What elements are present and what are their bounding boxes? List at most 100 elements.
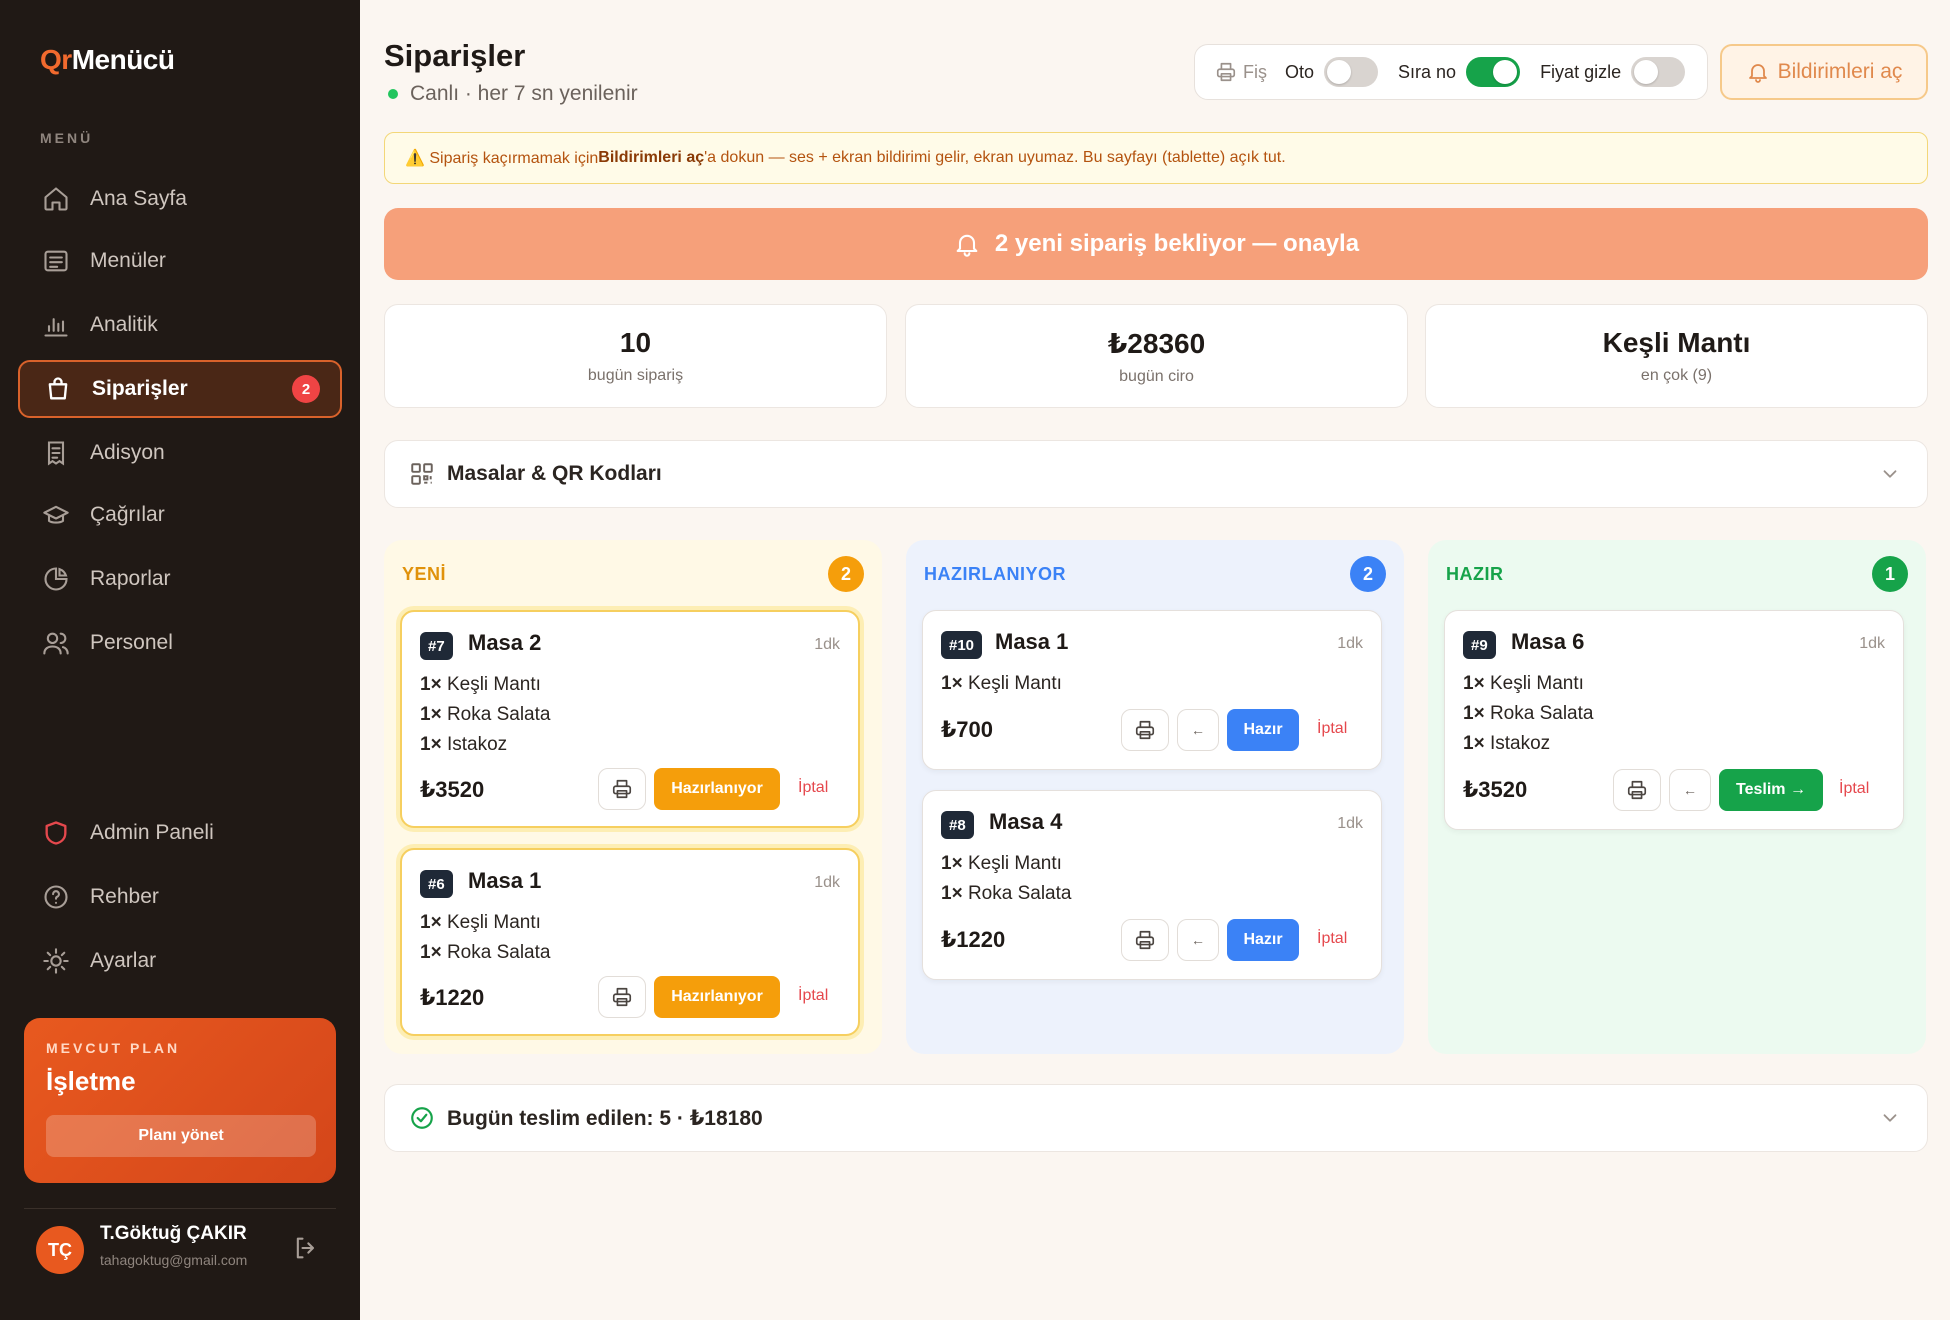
logout-icon[interactable]	[292, 1234, 320, 1262]
delivered-today-section[interactable]: Bugün teslim edilen: 5 · ₺18180	[384, 1084, 1928, 1152]
bar-chart-icon	[44, 318, 68, 337]
order-price: ₺3520	[420, 777, 485, 802]
sidebar-item-label: Adisyon	[90, 441, 165, 464]
tables-qr-section[interactable]: Masalar & QR Kodları	[384, 440, 1928, 508]
fiyat-gizle-label: Fiyat gizle	[1540, 61, 1622, 82]
print-button[interactable]	[598, 976, 646, 1018]
stat-card-top-item: Keşli Mantı en çok (9)	[1425, 304, 1928, 408]
sidebar-item-admin-paneli[interactable]: Admin Paneli	[18, 804, 342, 862]
order-elapsed: 1dk	[1859, 635, 1885, 652]
sidebar-item-label: Personel	[90, 631, 173, 654]
mark-ready-button[interactable]: Hazır	[1227, 709, 1299, 751]
receipt-icon	[47, 441, 65, 466]
live-status: Canlı · her 7 sn yenilenir	[384, 82, 638, 106]
order-item: 1× Istakoz	[1463, 733, 1551, 754]
sira-no-toggle[interactable]	[1466, 57, 1521, 87]
sidebar-item-ana-sayfa[interactable]: Ana Sayfa	[18, 170, 342, 228]
cancel-order-button[interactable]: İptal	[798, 987, 828, 1005]
stat-label: en çok (9)	[1640, 367, 1713, 384]
pending-orders-banner[interactable]: 2 yeni sipariş bekliyor — onayla	[384, 208, 1928, 280]
column-count-badge: 2	[828, 556, 864, 592]
stat-card-revenue-today: ₺28360 bugün ciro	[905, 304, 1408, 408]
mark-preparing-button[interactable]: Hazırlanıyor	[654, 976, 780, 1018]
sidebar-item-personel[interactable]: Personel	[18, 614, 342, 672]
bell-icon	[956, 234, 978, 257]
order-elapsed: 1dk	[814, 636, 840, 653]
cancel-order-button[interactable]: İptal	[1317, 720, 1347, 738]
stat-card-orders-today: 10 bugün sipariş	[384, 304, 887, 408]
order-elapsed: 1dk	[1337, 815, 1363, 832]
fiyat-gizle-toggle[interactable]	[1631, 57, 1686, 87]
mark-ready-button[interactable]: Hazır	[1227, 919, 1299, 961]
enable-notifications-button[interactable]: Bildirimleri aç	[1720, 44, 1928, 100]
avatar[interactable]: TÇ	[36, 1226, 84, 1274]
order-item: 1× Keşli Mantı	[420, 674, 541, 695]
order-table: Masa 1	[995, 629, 1069, 654]
current-plan-card: MEVCUT PLAN İşletme Planı yönet	[24, 1018, 336, 1183]
move-back-button[interactable]: ←	[1669, 769, 1711, 811]
column-title: YENİ	[402, 564, 447, 584]
manage-plan-button[interactable]: Planı yönet	[46, 1115, 316, 1157]
order-price: ₺1220	[941, 927, 1006, 952]
print-button[interactable]	[1121, 919, 1169, 961]
sidebar-item-ayarlar[interactable]: Ayarlar	[18, 932, 342, 990]
sidebar-item-rehber[interactable]: Rehber	[18, 868, 342, 926]
home-icon	[44, 187, 68, 211]
order-table: Masa 6	[1511, 629, 1585, 654]
sidebar-item-label: Ana Sayfa	[90, 187, 187, 210]
order-card[interactable]: #6 Masa 1 1dk 1× Keşli Mantı 1× Roka Sal…	[400, 848, 860, 1036]
sidebar-item-cagrilar[interactable]: Çağrılar	[18, 486, 342, 544]
order-table: Masa 1	[468, 868, 542, 893]
cancel-order-button[interactable]: İptal	[798, 779, 828, 797]
column-title: HAZIRLANIYOR	[924, 564, 1066, 584]
stat-value: Keşli Mantı	[1602, 327, 1751, 358]
printer-icon	[1135, 720, 1155, 740]
sidebar-item-adisyon[interactable]: Adisyon	[18, 424, 342, 482]
chevron-down-icon	[1883, 1114, 1897, 1122]
order-card[interactable]: #7 Masa 2 1dk 1× Keşli Mantı 1× Roka Sal…	[400, 610, 860, 828]
sidebar-item-menuler[interactable]: Menüler	[18, 232, 342, 290]
order-toolbar: Fiş Oto Sıra no Fiyat gizle	[1194, 44, 1708, 100]
menu-section-header: MENÜ	[40, 130, 94, 146]
sidebar-item-label: Analitik	[90, 313, 158, 336]
mark-preparing-button[interactable]: Hazırlanıyor	[654, 768, 780, 810]
sidebar-item-siparisler[interactable]: Siparişler 2	[18, 360, 342, 418]
column-title: HAZIR	[1446, 564, 1504, 584]
order-card[interactable]: #9 Masa 6 1dk 1× Keşli Mantı 1× Roka Sal…	[1444, 610, 1904, 830]
column-count-badge: 2	[1350, 556, 1386, 592]
order-card[interactable]: #10 Masa 1 1dk 1× Keşli Mantı ₺700 ← Haz…	[922, 610, 1382, 770]
order-number: #7	[420, 632, 453, 660]
receipt-print-toggle[interactable]: Fiş	[1215, 61, 1267, 83]
printer-icon	[1216, 62, 1236, 82]
shield-icon	[45, 821, 67, 845]
move-back-button[interactable]: ←	[1177, 919, 1219, 961]
move-back-button[interactable]: ←	[1177, 709, 1219, 751]
cancel-order-button[interactable]: İptal	[1839, 780, 1869, 798]
order-item: 1× Keşli Mantı	[420, 912, 541, 933]
print-button[interactable]	[598, 768, 646, 810]
print-button[interactable]	[1613, 769, 1661, 811]
page-title: Siparişler	[384, 38, 526, 73]
stat-label: bugün ciro	[1119, 368, 1194, 385]
sidebar-item-analitik[interactable]: Analitik	[18, 296, 342, 354]
print-button[interactable]	[1121, 709, 1169, 751]
sidebar-item-raporlar[interactable]: Raporlar	[18, 550, 342, 608]
order-elapsed: 1dk	[814, 874, 840, 891]
cancel-order-button[interactable]: İptal	[1317, 930, 1347, 948]
order-number: #8	[941, 811, 974, 839]
sidebar-item-label: Siparişler	[92, 377, 188, 400]
pie-chart-icon	[44, 567, 68, 591]
check-circle-icon	[411, 1107, 433, 1129]
qr-code-icon	[411, 463, 433, 485]
order-item: 1× Keşli Mantı	[941, 853, 1062, 874]
order-item: 1× Istakoz	[420, 734, 508, 755]
order-card[interactable]: #8 Masa 4 1dk 1× Keşli Mantı 1× Roka Sal…	[922, 790, 1382, 980]
sidebar: QrMenücü MENÜ Ana Sayfa Menüler Analitik…	[0, 0, 360, 1320]
order-item: 1× Keşli Mantı	[941, 673, 1062, 694]
orders-count-badge: 2	[292, 375, 320, 403]
menu-list-icon	[44, 250, 68, 272]
app-logo[interactable]: QrMenücü	[40, 44, 175, 76]
mark-delivered-button[interactable]: Teslim →	[1719, 769, 1823, 811]
oto-toggle[interactable]	[1324, 57, 1379, 87]
order-items: 1× Keşli Mantı 1× Roka Salata	[941, 849, 1071, 909]
